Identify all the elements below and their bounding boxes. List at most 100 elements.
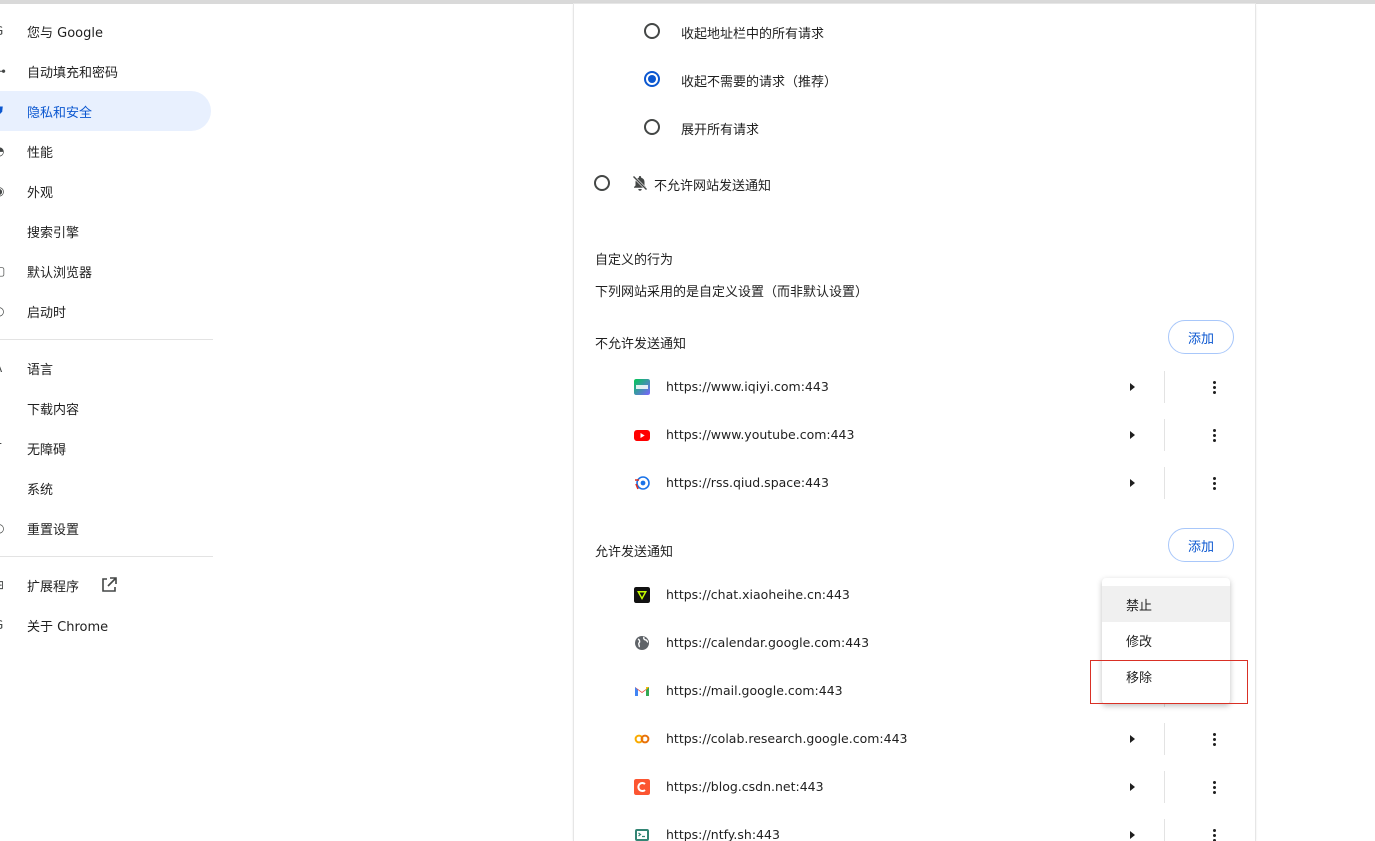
csdn-icon (634, 779, 650, 795)
download-icon: ⤓ (0, 401, 6, 415)
palette-icon: ◉ (0, 184, 6, 198)
add-allowed-site-button[interactable]: 添加 (1168, 528, 1234, 562)
notifications-off-icon (632, 175, 648, 191)
row-separator (1164, 771, 1165, 803)
more-vert-icon[interactable] (1202, 471, 1226, 495)
chrome-icon: G (0, 618, 6, 632)
ntfy-icon (635, 829, 649, 841)
menu-item-remove[interactable]: 移除 (1102, 658, 1230, 694)
site-url: https://mail.google.com:443 (666, 683, 843, 698)
search-icon: ⌕ (0, 224, 6, 238)
translate-icon: A (0, 361, 6, 375)
site-url: https://www.youtube.com:443 (666, 427, 855, 442)
radio-expand-all[interactable] (644, 119, 660, 135)
menu-item-edit[interactable]: 修改 (1102, 622, 1230, 658)
site-url: https://calendar.google.com:443 (666, 635, 870, 650)
sidebar-item-you-and-google[interactable]: G 您与 Google (0, 11, 211, 51)
site-action-menu: 禁止 修改 移除 (1102, 578, 1230, 704)
arrow-right-icon[interactable] (1122, 377, 1142, 397)
xiaoheihe-icon (634, 587, 650, 603)
more-vert-icon[interactable] (1202, 423, 1226, 447)
sidebar-item-performance[interactable]: ◔ 性能 (0, 131, 211, 171)
more-vert-icon[interactable] (1202, 823, 1226, 841)
radio-label: 收起不需要的请求（推荐） (681, 75, 838, 90)
site-row[interactable]: https://www.youtube.com:443 (574, 411, 1255, 459)
sidebar-item-languages[interactable]: A 语言 (0, 348, 211, 388)
sidebar-item-default-browser[interactable]: ▢ 默认浏览器 (0, 251, 211, 291)
sidebar-item-label: 您与 Google (27, 25, 103, 41)
more-vert-icon[interactable] (1202, 775, 1226, 799)
sidebar-item-label: 下载内容 (27, 402, 80, 418)
reset-icon: ◴ (0, 521, 6, 535)
wrench-icon: \ (0, 481, 6, 495)
sidebar-item-system[interactable]: \ 系统 (0, 468, 211, 508)
sidebar-item-label: 无障碍 (27, 442, 67, 458)
sidebar-item-search-engine[interactable]: ⌕ 搜索引擎 (0, 211, 211, 251)
puzzle-icon: ⊞ (0, 578, 6, 592)
add-blocked-site-button[interactable]: 添加 (1168, 320, 1234, 354)
more-vert-icon[interactable] (1202, 375, 1226, 399)
sidebar-divider (0, 339, 213, 340)
sidebar-item-extensions[interactable]: ⊞ 扩展程序 (0, 565, 211, 605)
notifications-settings-card: 收起地址栏中的所有请求 收起不需要的请求（推荐） 展开所有请求 不允许网站发送通… (574, 4, 1255, 841)
power-icon: ○ (0, 304, 6, 318)
colab-icon (634, 734, 650, 744)
row-separator (1164, 371, 1165, 403)
arrow-right-icon[interactable] (1122, 729, 1142, 749)
radio-label: 展开所有请求 (681, 123, 760, 138)
more-vert-icon[interactable] (1202, 727, 1226, 751)
sidebar-divider (0, 556, 213, 557)
gmail-icon (635, 687, 649, 696)
allowed-section-title: 允许发送通知 (595, 545, 674, 560)
site-url: https://blog.csdn.net:443 (666, 779, 824, 794)
site-url: https://rss.qiud.space:443 (666, 475, 829, 490)
sidebar-item-label: 重置设置 (27, 522, 80, 538)
sidebar-item-on-startup[interactable]: ○ 启动时 (0, 291, 211, 331)
sidebar-item-label: 关于 Chrome (27, 619, 109, 635)
radio-quiet-unwanted[interactable] (644, 71, 660, 87)
site-row[interactable]: https://www.iqiyi.com:443 (574, 363, 1255, 411)
site-row[interactable]: https://blog.csdn.net:443 (574, 763, 1255, 811)
arrow-right-icon[interactable] (1122, 825, 1142, 841)
row-separator (1164, 419, 1165, 451)
sidebar-item-label: 启动时 (27, 305, 67, 321)
sidebar-item-label: 扩展程序 (27, 579, 80, 595)
sidebar-item-autofill[interactable]: ⊶ 自动填充和密码 (0, 51, 211, 91)
speedometer-icon: ◔ (0, 144, 6, 158)
radio-block-notifications[interactable] (594, 175, 610, 191)
site-row[interactable]: https://ntfy.sh:443 (574, 811, 1255, 841)
sidebar-item-reset[interactable]: ◴ 重置设置 (0, 508, 211, 548)
sidebar-item-label: 外观 (27, 185, 54, 201)
site-url: https://ntfy.sh:443 (666, 827, 780, 841)
site-url: https://colab.research.google.com:443 (666, 731, 908, 746)
row-separator (1164, 819, 1165, 841)
google-g-icon: G (0, 24, 6, 38)
custom-behavior-title: 自定义的行为 (595, 253, 674, 268)
sidebar-item-label: 系统 (27, 482, 54, 498)
sidebar-item-label: 语言 (27, 362, 54, 378)
accessibility-icon: T (0, 441, 6, 455)
row-separator (1164, 723, 1165, 755)
custom-behavior-description: 下列网站采用的是自定义设置（而非默认设置） (595, 285, 869, 300)
sidebar-item-label: 默认浏览器 (27, 265, 93, 281)
sidebar-item-appearance[interactable]: ◉ 外观 (0, 171, 211, 211)
arrow-right-icon[interactable] (1122, 777, 1142, 797)
menu-item-block[interactable]: 禁止 (1102, 586, 1230, 622)
site-url: https://chat.xiaoheihe.cn:443 (666, 587, 850, 602)
sidebar-item-privacy[interactable]: ⛊ 隐私和安全 (0, 91, 211, 131)
site-row[interactable]: https://colab.research.google.com:443 (574, 715, 1255, 763)
sidebar-item-downloads[interactable]: ⤓ 下载内容 (0, 388, 211, 428)
arrow-right-icon[interactable] (1122, 425, 1142, 445)
youtube-icon (634, 430, 650, 441)
radio-label: 收起地址栏中的所有请求 (681, 27, 825, 42)
row-separator (1164, 467, 1165, 499)
sidebar-item-label: 隐私和安全 (27, 105, 93, 121)
sidebar-item-accessibility[interactable]: T 无障碍 (0, 428, 211, 468)
open-in-new-icon[interactable] (100, 576, 118, 594)
arrow-right-icon[interactable] (1122, 473, 1142, 493)
radio-quiet-all[interactable] (644, 23, 660, 39)
site-row[interactable]: https://rss.qiud.space:443 (574, 459, 1255, 507)
sidebar-item-label: 性能 (27, 145, 54, 161)
sidebar-item-about-chrome[interactable]: G 关于 Chrome (0, 605, 211, 645)
iqiyi-icon (634, 379, 650, 395)
